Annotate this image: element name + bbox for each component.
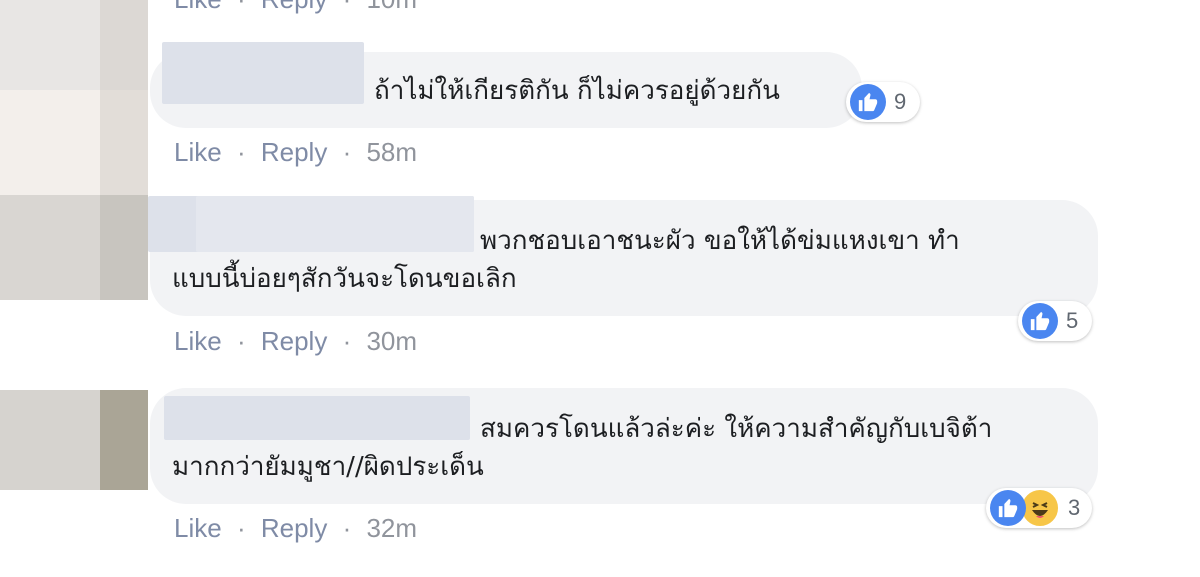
reaction-summary[interactable]: 5 (1018, 301, 1092, 341)
reaction-count: 9 (894, 89, 907, 114)
reaction-summary[interactable]: 3 (986, 488, 1092, 528)
separator: · (342, 326, 352, 356)
like-icon (990, 490, 1026, 526)
separator: · (342, 137, 352, 167)
separator: · (237, 0, 246, 14)
comment-actions: Like · Reply · 32m (174, 513, 417, 544)
like-icon (850, 84, 886, 120)
reply-link[interactable]: Reply (261, 137, 327, 167)
reaction-count: 5 (1066, 308, 1079, 333)
reaction-summary[interactable]: 9 (846, 82, 920, 122)
comment-line: สมควรโดนแล้วล่ะค่ะ ให้ความสำคัญกับเบจิต้… (480, 414, 993, 444)
like-link[interactable]: Like (174, 137, 222, 167)
comment-text: พวกชอบเอาชนะผัว ขอให้ได้ข่มแหงเขา ทำ แบบ… (172, 222, 960, 298)
separator: · (342, 513, 352, 543)
separator: · (236, 137, 246, 167)
separator: · (236, 326, 246, 356)
timestamp[interactable]: 58m (366, 137, 417, 167)
separator: · (343, 0, 352, 14)
reply-link[interactable]: Reply (261, 513, 327, 543)
comment-line: ถ้าไม่ให้เกียรติกัน ก็ไม่ควรอยู่ด้วยกัน (374, 76, 780, 106)
timestamp[interactable]: 10m (366, 0, 417, 14)
avatar-strip-bottom (0, 390, 148, 490)
reaction-count: 3 (1068, 495, 1081, 520)
like-link[interactable]: Like (174, 0, 222, 14)
comment-actions: Like · Reply · 58m (174, 137, 417, 168)
like-link[interactable]: Like (174, 326, 222, 356)
timestamp[interactable]: 30m (366, 326, 417, 356)
comment-text: สมควรโดนแล้วล่ะค่ะ ให้ความสำคัญกับเบจิต้… (172, 410, 992, 486)
timestamp[interactable]: 32m (366, 513, 417, 543)
comment-line: มากกว่ายัมมูชา//ผิดประเด็น (172, 452, 484, 482)
reply-link[interactable]: Reply (261, 326, 327, 356)
like-icon (1022, 303, 1058, 339)
comment-line: พวกชอบเอาชนะผัว ขอให้ได้ข่มแหงเขา ทำ (480, 226, 960, 256)
like-link[interactable]: Like (174, 513, 222, 543)
avatar-strip-top (0, 0, 148, 300)
haha-icon (1020, 488, 1060, 528)
comment-text: ถ้าไม่ให้เกียรติกัน ก็ไม่ควรอยู่ด้วยกัน (374, 72, 780, 110)
author-name-blurred[interactable] (162, 42, 364, 104)
comment-line: แบบนี้บ่อยๆสักวันจะโดนขอเลิก (172, 264, 517, 294)
comment-actions: Like · Reply · 30m (174, 326, 417, 357)
reply-link[interactable]: Reply (261, 0, 327, 14)
separator: · (236, 513, 246, 543)
top-comment-actions: Like · Reply · 10m (174, 0, 417, 15)
